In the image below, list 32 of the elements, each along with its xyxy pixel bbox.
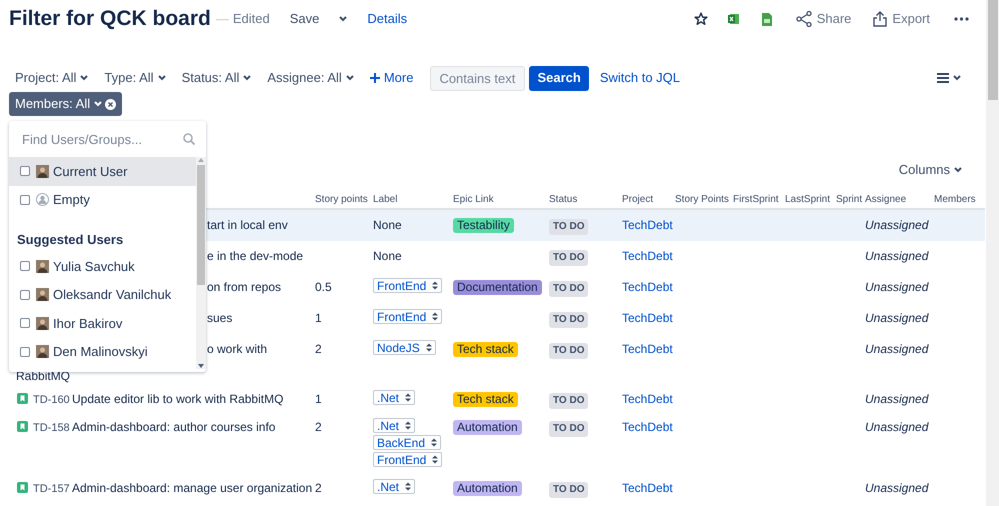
page-title: Filter for QCK board bbox=[9, 6, 211, 32]
user-name: Oleksandr Vanilchuk bbox=[53, 286, 172, 304]
label-value: None bbox=[373, 217, 402, 234]
assignee-value: Unassigned bbox=[865, 342, 928, 356]
story-points-value: 1 bbox=[315, 392, 322, 406]
status-lozenge: TO DO bbox=[549, 250, 588, 266]
story-points-value: 2 bbox=[315, 420, 322, 434]
separator-dash: — bbox=[216, 10, 229, 28]
edited-label: Edited bbox=[232, 10, 270, 28]
assignee-value: Unassigned bbox=[865, 481, 928, 495]
status-lozenge: TO DO bbox=[549, 343, 588, 359]
label-value: None bbox=[373, 248, 402, 265]
assignee-value: Unassigned bbox=[865, 218, 928, 232]
assignee-value: Unassigned bbox=[865, 311, 928, 325]
story-points-value: 2 bbox=[315, 342, 322, 356]
story-points-value: 2 bbox=[315, 481, 322, 495]
assignee-value: Unassigned bbox=[865, 249, 928, 263]
assignee-value: Unassigned bbox=[865, 392, 928, 406]
status-lozenge: TO DO bbox=[549, 421, 588, 437]
story-points-value: 0.5 bbox=[315, 280, 332, 294]
user-name: Den Malinovskyi bbox=[53, 343, 148, 361]
status-lozenge: TO DO bbox=[549, 393, 588, 409]
user-name: Ihor Bakirov bbox=[53, 314, 122, 332]
assignee-value: Unassigned bbox=[865, 280, 928, 294]
status-lozenge: TO DO bbox=[549, 281, 588, 297]
status-lozenge: TO DO bbox=[549, 219, 588, 235]
assignee-value: Unassigned bbox=[865, 420, 928, 434]
user-name: Current User bbox=[53, 162, 128, 180]
status-lozenge: TO DO bbox=[549, 312, 588, 328]
status-lozenge: TO DO bbox=[549, 482, 588, 498]
story-points-value: 1 bbox=[315, 311, 322, 325]
user-name: Empty bbox=[53, 191, 90, 209]
